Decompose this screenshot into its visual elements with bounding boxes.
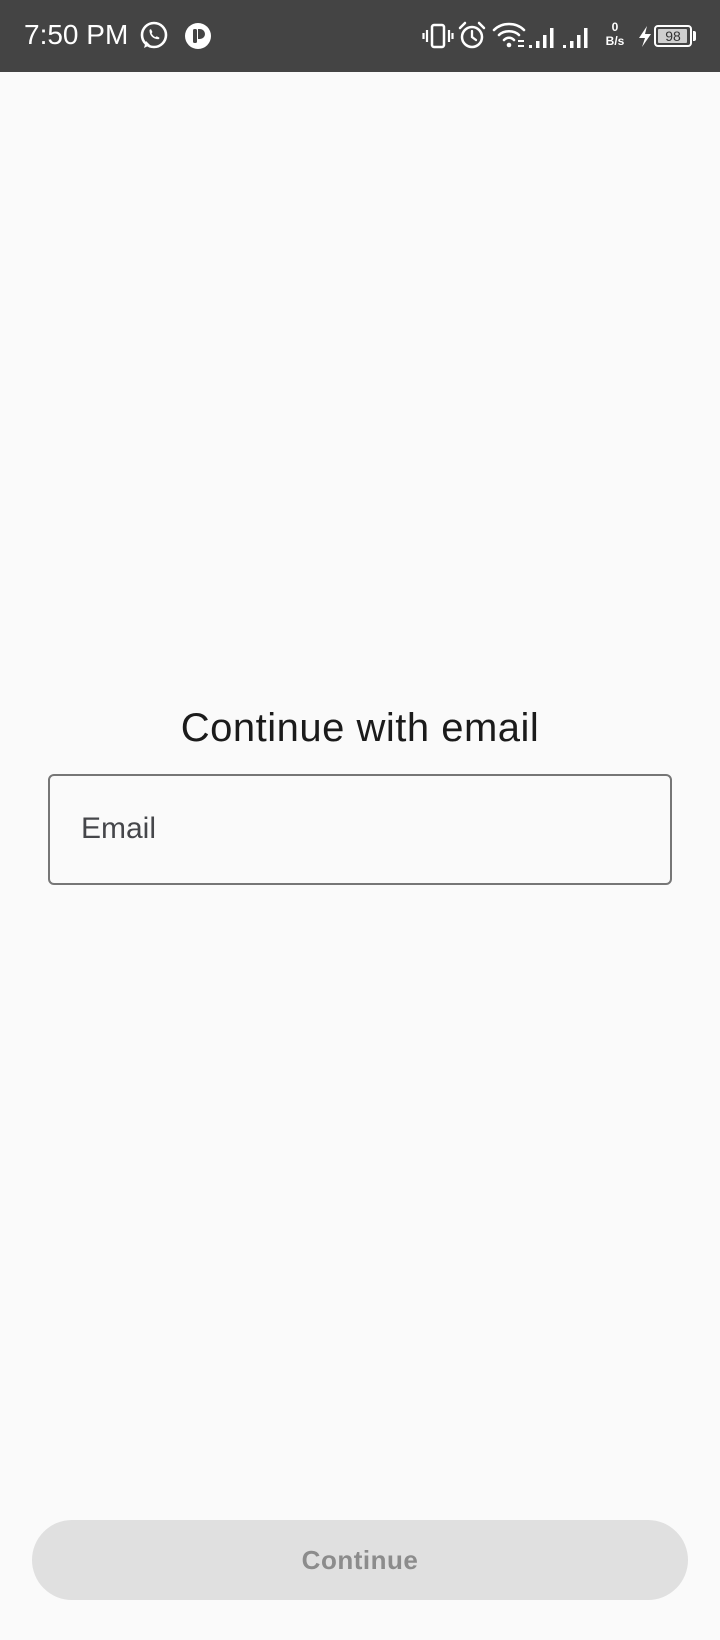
app-notification-icon: [182, 18, 214, 54]
net-speed: 0 B/s: [600, 20, 630, 48]
continue-button[interactable]: Continue: [32, 1520, 688, 1600]
whatsapp-icon: [138, 18, 170, 54]
battery-tip: [693, 31, 696, 41]
signal-icon: [562, 18, 594, 54]
alarm-icon: [456, 18, 488, 54]
signal-icon: [528, 18, 560, 54]
battery-level: 98: [665, 28, 681, 44]
charging-icon: [636, 18, 654, 54]
email-field[interactable]: Email: [48, 774, 672, 885]
net-speed-unit: B/s: [605, 34, 625, 48]
battery-icon: 98: [654, 25, 692, 47]
page-title: Continue with email: [180, 706, 540, 750]
net-speed-value: 0: [611, 20, 619, 34]
wifi-icon: [492, 18, 526, 54]
status-bar: 7:50 PM 0 B/s 98: [0, 0, 720, 72]
status-time: 7:50 PM: [24, 19, 129, 50]
vibrate-icon: [422, 18, 454, 54]
email-placeholder: Email: [81, 812, 157, 845]
